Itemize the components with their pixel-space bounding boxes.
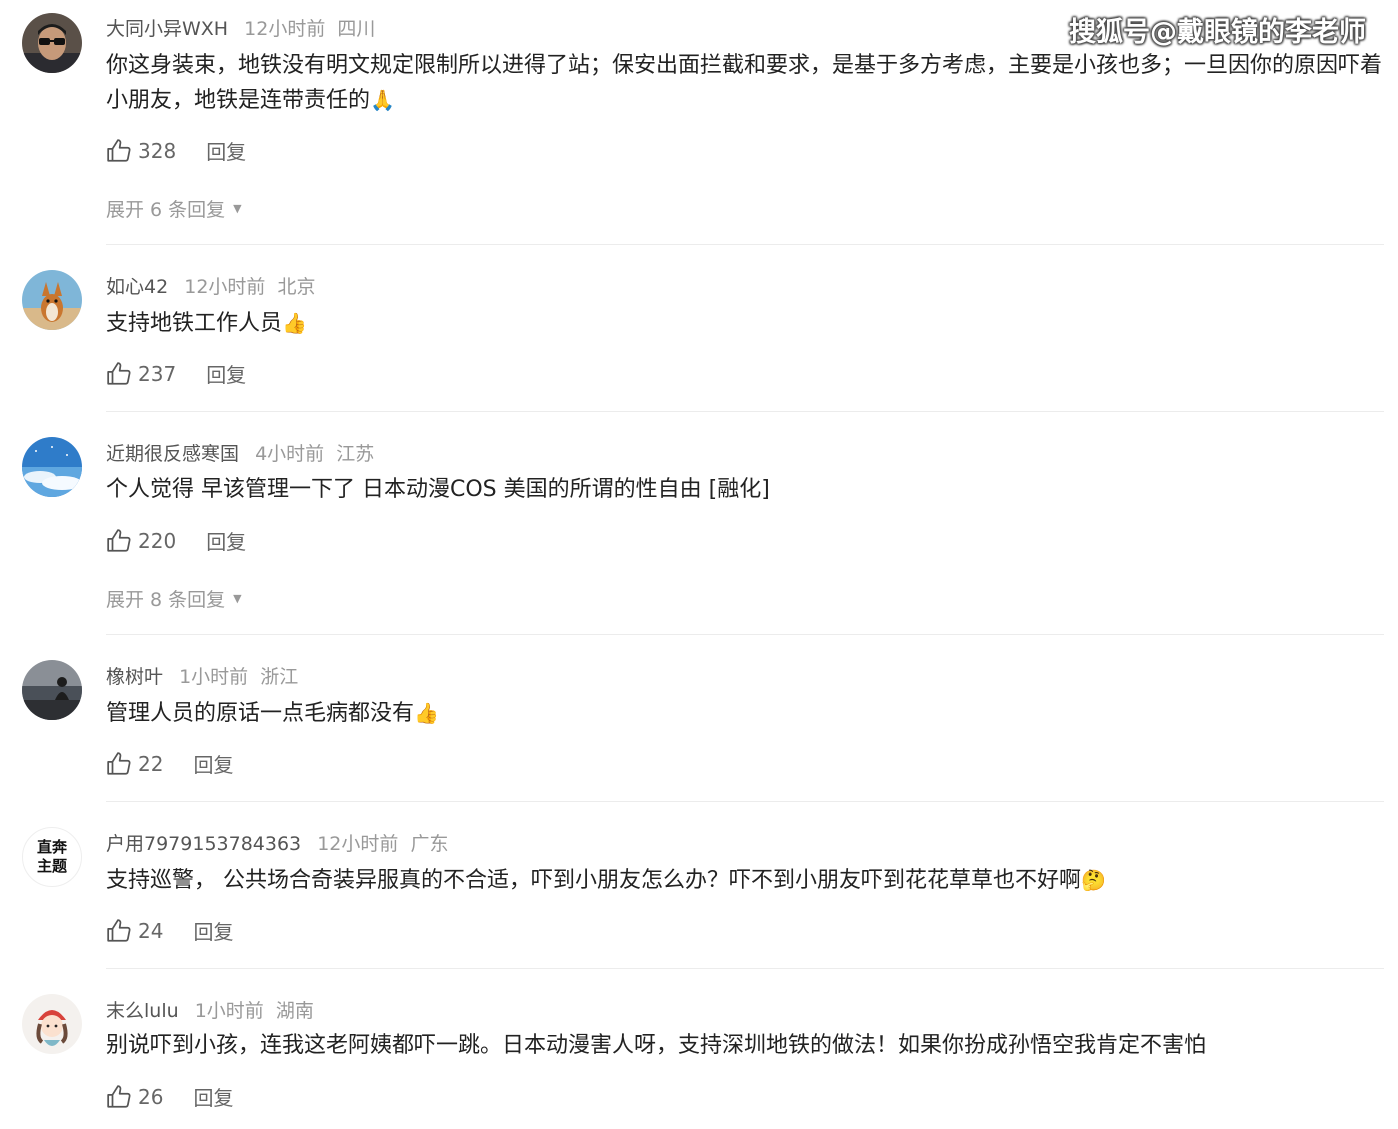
like-button[interactable]: 328 [106, 138, 176, 164]
seaside-person-avatar-icon [22, 660, 82, 720]
username[interactable]: 近期很反感寒国 [106, 443, 239, 465]
caret-down-icon: ▼ [233, 592, 242, 605]
thumbs-up-icon [107, 1084, 131, 1108]
reply-button[interactable]: 回复 [206, 526, 246, 555]
like-button[interactable]: 26 [106, 1084, 163, 1110]
like-button[interactable]: 24 [106, 918, 163, 944]
comment-meta: 橡树叶 1小时前 浙江 [106, 662, 298, 689]
comment-actions: 26 回复 [106, 1082, 233, 1111]
like-count: 328 [138, 138, 177, 163]
comment-actions: 24 回复 [106, 916, 233, 945]
divider [106, 411, 1384, 412]
thumbs-up-emoji-icon: 👍 [414, 701, 439, 725]
comment-actions: 22 回复 [106, 749, 233, 778]
avatar[interactable]: 直奔 主题 [22, 827, 82, 887]
reply-button[interactable]: 回复 [206, 136, 246, 165]
username[interactable]: 户用7979153784363 [106, 833, 301, 855]
thumbs-up-icon [107, 751, 131, 775]
caret-down-icon: ▼ [233, 202, 242, 215]
divider [106, 968, 1384, 969]
avatar[interactable] [22, 660, 82, 720]
comment-actions: 328 回复 [106, 136, 246, 165]
timestamp: 12小时前 [317, 833, 399, 855]
like-button[interactable]: 237 [106, 361, 176, 387]
pray-emoji-icon: 🙏 [370, 88, 395, 112]
like-button[interactable]: 220 [106, 528, 176, 554]
comment-body: 支持地铁工作人员 [106, 311, 283, 336]
comment-meta: 大同小异WXH 12小时前 四川 [106, 14, 375, 41]
location: 浙江 [260, 666, 299, 688]
text-logo-avatar-icon: 直奔 主题 [23, 828, 81, 886]
man-glasses-avatar-icon [22, 13, 82, 73]
timestamp: 12小时前 [184, 276, 266, 298]
username[interactable]: 如心42 [106, 276, 168, 298]
timestamp: 1小时前 [194, 1000, 264, 1022]
reply-button[interactable]: 回复 [193, 1082, 233, 1111]
like-count: 26 [138, 1084, 164, 1109]
reply-button[interactable]: 回复 [193, 916, 233, 945]
comment-text: 你这身装束，地铁没有明文规定限制所以进得了站；保安出面拦截和要求，是基于多方考虑… [106, 49, 1386, 118]
comment-text: 个人觉得 早该管理一下了 日本动漫COS 美国的所谓的性自由 [融化] [106, 473, 1386, 507]
like-count: 24 [138, 918, 164, 943]
timestamp: 4小时前 [255, 443, 325, 465]
comment-text: 支持巡警， 公共场合奇装异服真的不合适，吓到小朋友怎么办？吓不到小朋友吓到花花草… [106, 863, 1386, 898]
divider [106, 634, 1384, 635]
expand-replies-label: 展开 6 条回复 [106, 199, 226, 221]
divider [106, 244, 1384, 245]
comment-text: 别说吓到小孩，连我这老阿姨都吓一跳。日本动漫害人呀，支持深圳地铁的做法！如果你扮… [106, 1029, 1386, 1063]
comment-actions: 237 回复 [106, 359, 246, 388]
avatar[interactable] [22, 994, 82, 1054]
comment-meta: 近期很反感寒国 4小时前 江苏 [106, 439, 374, 466]
comment-body: 支持巡警， 公共场合奇装异服真的不合适，吓到小朋友怎么办？吓不到小朋友吓到花花草… [106, 868, 1081, 893]
avatar[interactable] [22, 13, 82, 73]
comment-body: 你这身装束，地铁没有明文规定限制所以进得了站；保安出面拦截和要求，是基于多方考虑… [106, 53, 1383, 113]
thumbs-up-icon [107, 138, 131, 162]
location: 湖南 [275, 1000, 314, 1022]
comment-text: 支持地铁工作人员👍 [106, 306, 1386, 341]
thumbs-up-icon [107, 361, 131, 385]
expand-replies-button[interactable]: 展开 6 条回复 ▼ [106, 195, 242, 222]
like-button[interactable]: 22 [106, 751, 163, 777]
comment-body: 个人觉得 早该管理一下了 日本动漫COS 美国的所谓的性自由 [融化] [106, 477, 770, 502]
expand-replies-label: 展开 8 条回复 [106, 589, 226, 611]
comment-meta: 末么lulu 1小时前 湖南 [106, 996, 314, 1023]
username[interactable]: 末么lulu [106, 1000, 179, 1022]
thumbs-up-icon [107, 528, 131, 552]
sky-clouds-avatar-icon [22, 437, 82, 497]
avatar-text-line: 直奔 [36, 838, 67, 856]
timestamp: 1小时前 [179, 666, 249, 688]
comment-body: 别说吓到小孩，连我这老阿姨都吓一跳。日本动漫害人呀，支持深圳地铁的做法！如果你扮… [106, 1033, 1207, 1058]
location: 广东 [410, 833, 449, 855]
comment-actions: 220 回复 [106, 526, 246, 555]
timestamp: 12小时前 [244, 18, 326, 40]
comment-body: 管理人员的原话一点毛病都没有 [106, 701, 415, 726]
thumbs-up-icon [107, 918, 131, 942]
avatar[interactable] [22, 270, 82, 330]
location: 四川 [337, 18, 376, 40]
location: 江苏 [336, 443, 375, 465]
like-count: 220 [138, 528, 177, 553]
expand-replies-button[interactable]: 展开 8 条回复 ▼ [106, 585, 242, 612]
divider [106, 801, 1384, 802]
watermark: 搜狐号@戴眼镜的李老师 [1069, 17, 1366, 48]
comment-meta: 如心42 12小时前 北京 [106, 272, 315, 299]
cartoon-girl-avatar-icon [22, 994, 82, 1054]
like-count: 22 [138, 751, 164, 776]
corgi-dog-avatar-icon [22, 270, 82, 330]
comment-text: 管理人员的原话一点毛病都没有👍 [106, 696, 1386, 731]
username[interactable]: 大同小异WXH [106, 18, 228, 40]
location: 北京 [277, 276, 316, 298]
avatar[interactable] [22, 437, 82, 497]
reply-button[interactable]: 回复 [193, 749, 233, 778]
username[interactable]: 橡树叶 [106, 666, 163, 688]
reply-button[interactable]: 回复 [206, 359, 246, 388]
comment-meta: 户用7979153784363 12小时前 广东 [106, 829, 448, 856]
thinking-emoji-icon: 🤔 [1081, 868, 1106, 892]
avatar-text-line: 主题 [36, 857, 67, 875]
like-count: 237 [138, 361, 177, 386]
thumbs-up-emoji-icon: 👍 [282, 311, 307, 335]
